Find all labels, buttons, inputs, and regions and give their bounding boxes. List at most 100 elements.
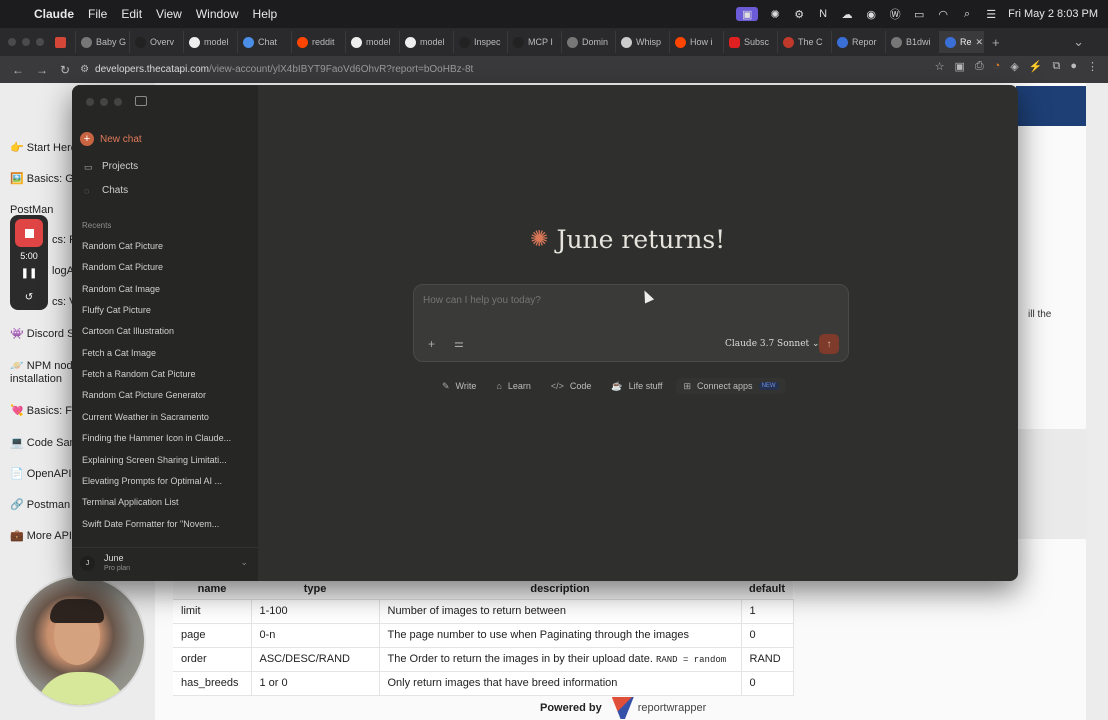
notion-icon[interactable]: N <box>816 7 830 21</box>
tab-gmail[interactable] <box>50 31 76 53</box>
sidebar-item-chats[interactable]: ◌ Chats <box>84 185 128 196</box>
window-close-button[interactable] <box>86 98 94 106</box>
recent-chat-item[interactable]: Random Cat Image <box>82 284 248 294</box>
url-field[interactable]: ⚙ developers.thecatapi.com/view-account/… <box>80 60 880 80</box>
restart-icon[interactable]: ↺ <box>10 292 48 303</box>
nav-link[interactable]: 👾 Discord Se <box>10 327 81 340</box>
chip-write[interactable]: ✎ Write <box>436 378 482 394</box>
site-info-icon[interactable]: ⚙ <box>80 64 89 75</box>
window-minimize-button[interactable] <box>100 98 108 106</box>
pause-icon[interactable]: ❚❚ <box>10 268 48 279</box>
recent-chat-item[interactable]: Fetch a Random Cat Picture <box>82 369 248 379</box>
recent-chat-item[interactable]: Random Cat Picture Generator <box>82 390 248 400</box>
clock[interactable]: Fri May 2 8:03 PM <box>1008 8 1098 20</box>
chip-code[interactable]: </> Code <box>545 378 598 394</box>
nav-link[interactable]: 🔗 Postman A <box>10 498 80 511</box>
nav-link[interactable]: 💘 Basics: Fa <box>10 404 78 417</box>
window-close-button[interactable] <box>8 38 16 46</box>
screen-record-icon[interactable]: ▣ <box>736 7 759 21</box>
forward-icon[interactable]: → <box>36 63 48 77</box>
nav-link[interactable]: 🪐 NPM node <box>10 359 79 372</box>
cloud-icon[interactable]: ☁ <box>840 7 854 21</box>
stop-recording-button[interactable] <box>15 219 43 247</box>
tab-5[interactable]: reddit <box>292 31 346 53</box>
menu-window[interactable]: Window <box>196 7 239 21</box>
recent-chat-item[interactable]: Fetch a Cat Image <box>82 348 248 358</box>
new-tab-icon[interactable]: + <box>992 35 1000 50</box>
gear-icon[interactable]: ⚙ <box>792 7 806 21</box>
tab-1[interactable]: Baby G <box>76 31 130 53</box>
print-icon[interactable]: ⎙ <box>975 60 984 73</box>
more-menu-icon[interactable]: ⋮ <box>1087 60 1098 73</box>
tab-7[interactable]: model <box>400 31 454 53</box>
recent-chat-item[interactable]: Current Weather in Sacramento <box>82 412 248 422</box>
chat-input[interactable] <box>423 295 823 306</box>
tab-9[interactable]: MCP I <box>508 31 562 53</box>
sidebar-item-projects[interactable]: ▭ Projects <box>84 161 138 172</box>
window-zoom-button[interactable] <box>114 98 122 106</box>
tab-search-icon[interactable]: ⌄ <box>1073 34 1084 50</box>
model-selector[interactable]: Claude 3.7 Sonnet ⌄ <box>725 339 820 349</box>
chip-connect-apps[interactable]: ⊞ Connect apps NEW <box>676 378 786 394</box>
profile-avatar[interactable]: ● <box>1070 60 1077 73</box>
tab-2[interactable]: Overv <box>130 31 184 53</box>
app-menu[interactable]: Claude <box>34 7 74 21</box>
window-zoom-button[interactable] <box>36 38 44 46</box>
tab-4[interactable]: Chat <box>238 31 292 53</box>
back-icon[interactable]: ← <box>12 63 24 77</box>
recent-chat-item[interactable]: Elevating Prompts for Optimal AI ... <box>82 476 248 486</box>
new-chat-button[interactable]: + New chat <box>80 132 142 146</box>
recent-chat-item[interactable]: Swift Date Formatter for "Novem... <box>82 519 248 529</box>
extension-icon[interactable]: ▣ <box>954 60 964 73</box>
sparkle-icon[interactable]: ✺ <box>768 7 782 21</box>
record-icon[interactable]: ◉ <box>864 7 878 21</box>
recent-chat-item[interactable]: Cartoon Cat Illustration <box>82 326 248 336</box>
tools-icon[interactable]: ⚌ <box>454 337 464 350</box>
control-center-icon[interactable]: ☰ <box>984 7 998 21</box>
extension-icon[interactable]: ◈ <box>1010 60 1018 73</box>
close-tab-icon[interactable]: ✕ <box>976 37 983 48</box>
menu-file[interactable]: File <box>88 7 107 21</box>
recent-chat-item[interactable]: Fluffy Cat Picture <box>82 305 248 315</box>
nav-link[interactable]: 🖼️ Basics: Ge <box>10 172 80 185</box>
chip-life-stuff[interactable]: ☕ Life stuff <box>605 378 668 394</box>
reportwrapper-logo[interactable]: reportwrapper <box>611 697 706 719</box>
nav-link[interactable]: 👉 Start Here <box>10 141 77 154</box>
battery-icon[interactable]: ▭ <box>912 7 926 21</box>
chip-learn[interactable]: ⌂ Learn <box>490 378 536 394</box>
reload-icon[interactable]: ↻ <box>60 63 70 77</box>
nav-link[interactable]: installation <box>10 373 62 385</box>
send-button[interactable]: ↑ <box>819 334 839 354</box>
sidebar-toggle-icon[interactable] <box>135 96 147 106</box>
puzzle-icon[interactable]: ⧉ <box>1052 60 1060 73</box>
tab-13[interactable]: Subsc <box>724 31 778 53</box>
tab-3[interactable]: model <box>184 31 238 53</box>
tab-15[interactable]: Repor <box>832 31 886 53</box>
user-menu[interactable]: J June Pro plan ⌄ <box>72 547 258 581</box>
tab-16[interactable]: B1dwi <box>886 31 940 53</box>
wordpress-icon[interactable]: Ⓦ <box>888 7 902 21</box>
recent-chat-item[interactable]: Terminal Application List <box>82 497 248 507</box>
rss-icon[interactable]: ◔ <box>994 60 1001 73</box>
tab-6[interactable]: model <box>346 31 400 53</box>
tab-active[interactable]: Re ✕ <box>940 31 984 53</box>
webcam-bubble[interactable] <box>14 575 146 707</box>
add-attachment-icon[interactable]: + <box>428 337 435 351</box>
menu-help[interactable]: Help <box>253 7 278 21</box>
tab-10[interactable]: Domin <box>562 31 616 53</box>
window-minimize-button[interactable] <box>22 38 30 46</box>
tab-8[interactable]: Inspec <box>454 31 508 53</box>
tab-14[interactable]: The C <box>778 31 832 53</box>
menu-view[interactable]: View <box>156 7 182 21</box>
tab-12[interactable]: How i <box>670 31 724 53</box>
menu-edit[interactable]: Edit <box>121 7 142 21</box>
recent-chat-item[interactable]: Explaining Screen Sharing Limitati... <box>82 455 248 465</box>
tab-11[interactable]: Whisp <box>616 31 670 53</box>
nav-link[interactable]: 💻 Code Sam <box>10 436 79 449</box>
recent-chat-item[interactable]: Random Cat Picture <box>82 241 248 251</box>
recent-chat-item[interactable]: Finding the Hammer Icon in Claude... <box>82 433 248 443</box>
bookmark-star-icon[interactable]: ☆ <box>935 60 945 73</box>
extension-icon[interactable]: ⚡ <box>1029 60 1043 73</box>
search-icon[interactable]: ⌕ <box>960 7 974 21</box>
wifi-icon[interactable]: ◠ <box>936 7 950 21</box>
